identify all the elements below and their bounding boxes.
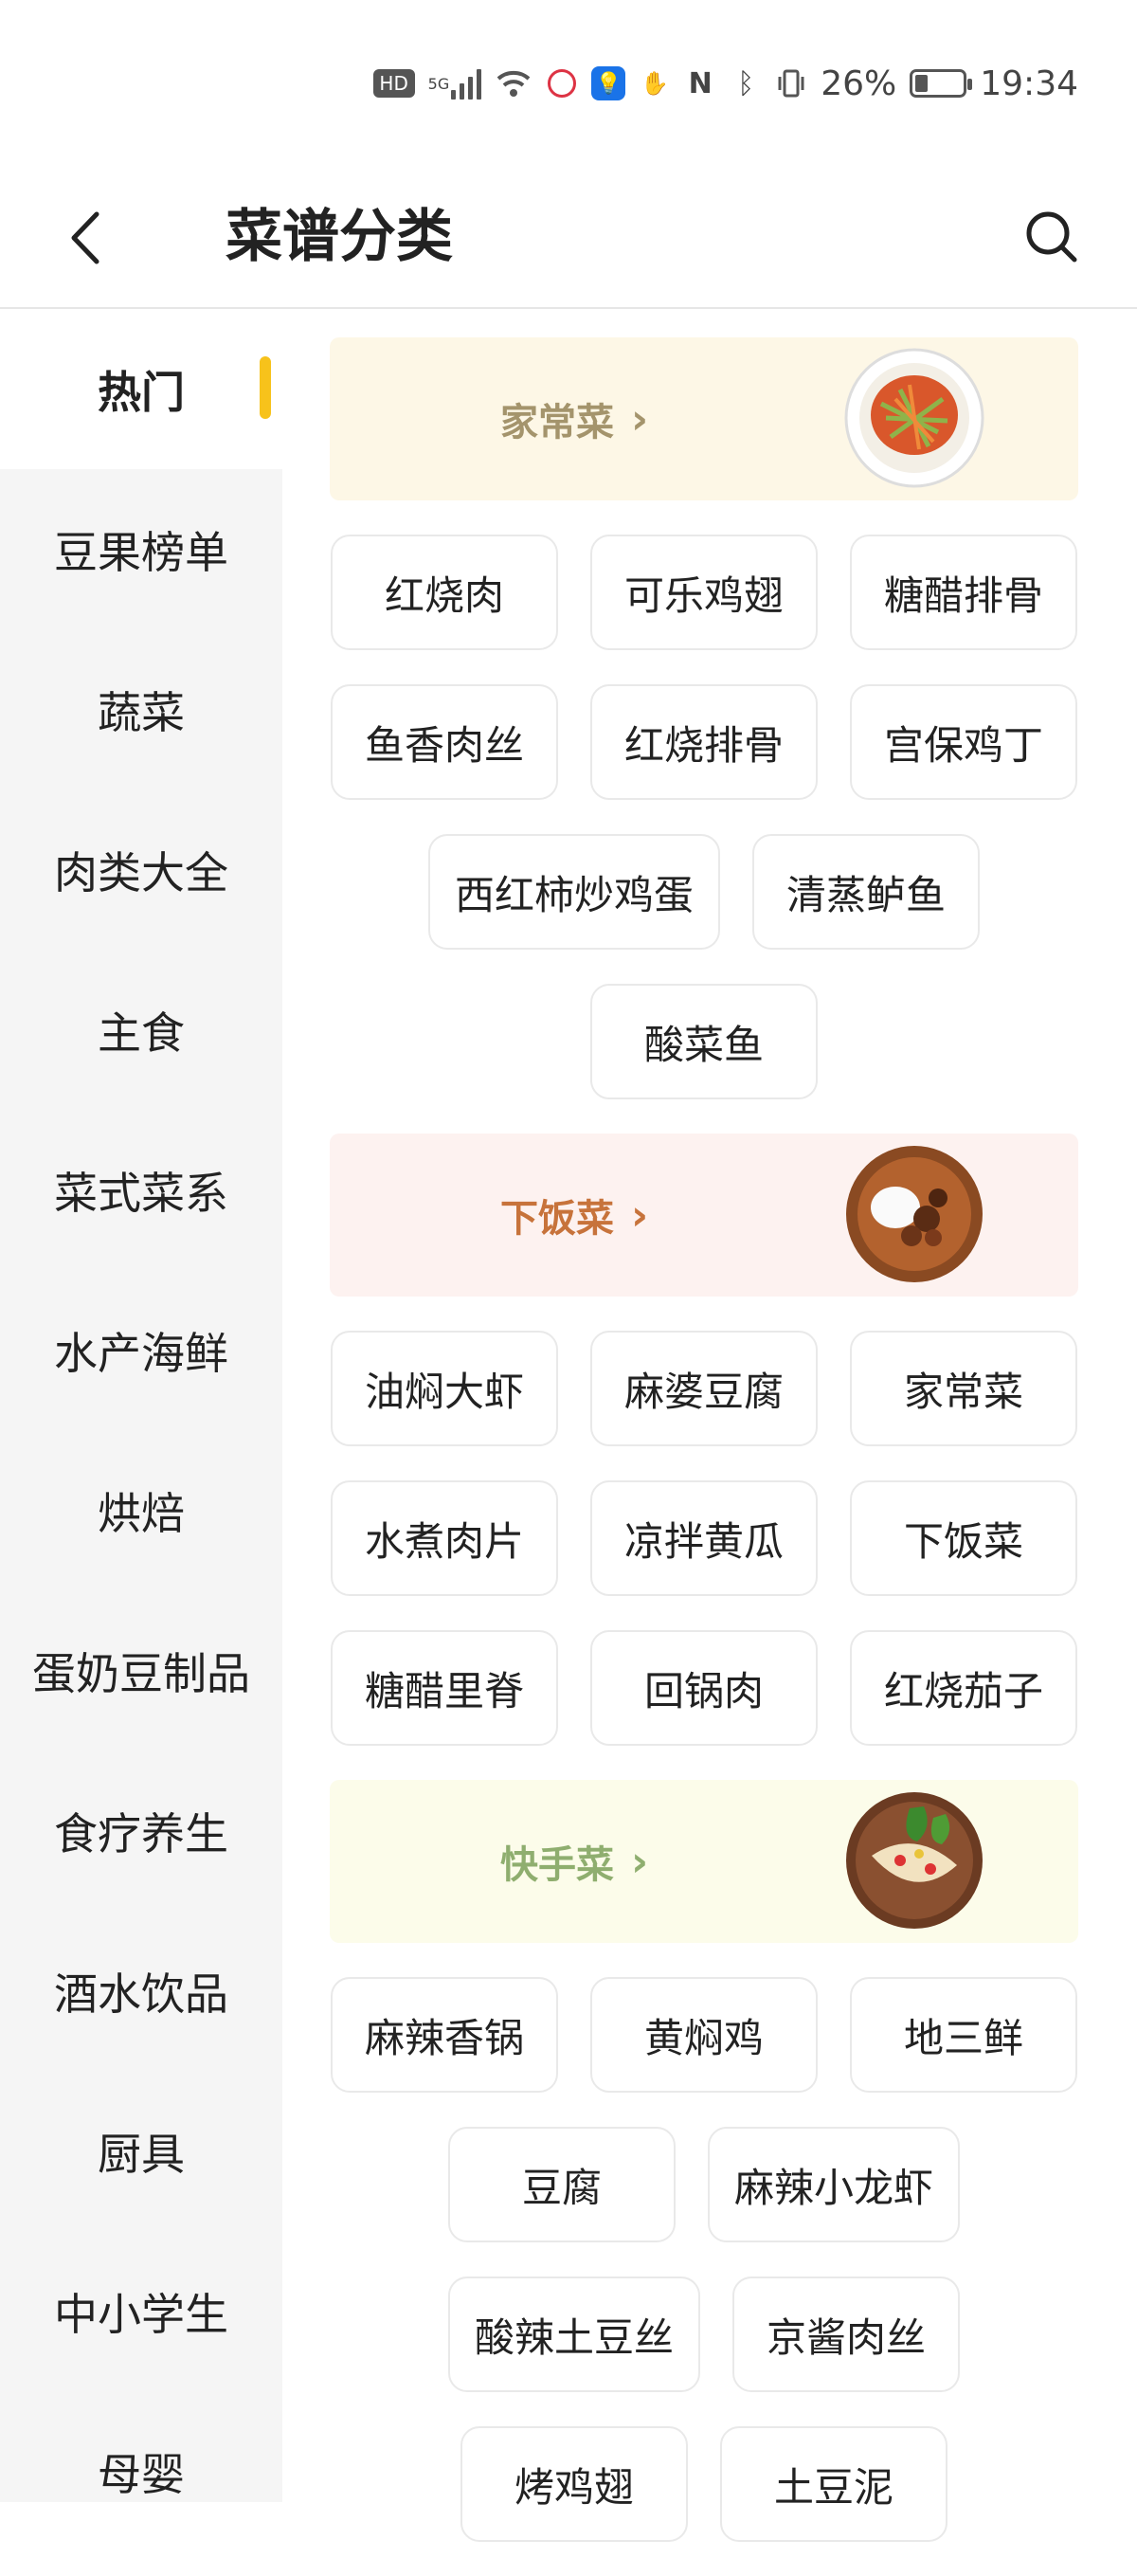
recipe-tag[interactable]: 黄焖鸡 bbox=[590, 1977, 818, 2093]
chevron-right-icon: › bbox=[631, 394, 649, 444]
recipe-tag[interactable]: 凉拌黄瓜 bbox=[590, 1480, 818, 1596]
signal-icon: 5G bbox=[428, 64, 482, 102]
sidebar-item[interactable]: 肉类大全 bbox=[0, 789, 282, 950]
wifi-icon bbox=[495, 64, 532, 102]
section-title: 家常菜 › bbox=[500, 337, 648, 500]
hand-icon: ✋ bbox=[641, 70, 670, 97]
sidebar-item[interactable]: 热门 bbox=[0, 309, 282, 469]
sidebar-item[interactable]: 母婴 bbox=[0, 2391, 282, 2551]
chevron-right-icon: › bbox=[631, 1190, 649, 1240]
recipe-tag[interactable]: 土豆泥 bbox=[720, 2426, 948, 2542]
section-title-text: 下饭菜 bbox=[500, 1197, 614, 1241]
sidebar-item[interactable]: 厨具 bbox=[0, 2071, 282, 2231]
category-sidebar: 热门豆果榜单蔬菜肉类大全主食菜式菜系水产海鲜烘焙蛋奶豆制品食疗养生酒水饮品厨具中… bbox=[0, 309, 282, 2502]
search-button[interactable] bbox=[1014, 193, 1090, 279]
sidebar-item[interactable]: 菜式菜系 bbox=[0, 1110, 282, 1270]
section-title-text: 家常菜 bbox=[500, 401, 614, 444]
section-banner[interactable]: 快手菜 › bbox=[330, 1780, 1078, 1943]
recipe-tag[interactable]: 下饭菜 bbox=[850, 1480, 1077, 1596]
recipe-tag[interactable]: 京酱肉丝 bbox=[732, 2277, 960, 2392]
hd-badge: HD bbox=[372, 69, 415, 98]
vibrate-icon bbox=[775, 64, 807, 102]
sidebar-item-label: 厨具 bbox=[98, 2128, 185, 2180]
tag-grid: 红烧肉 可乐鸡翅 糖醋排骨鱼香肉丝 红烧排骨 宫保鸡丁西红柿炒鸡蛋 清蒸鲈鱼酸菜鱼 bbox=[330, 500, 1078, 1134]
sidebar-item[interactable]: 蛋奶豆制品 bbox=[0, 1590, 282, 1751]
recipe-tag[interactable]: 回锅肉 bbox=[590, 1630, 818, 1746]
sidebar-item[interactable]: 烘焙 bbox=[0, 1430, 282, 1590]
recipe-tag[interactable]: 可乐鸡翅 bbox=[590, 535, 818, 650]
recipe-tag[interactable]: 糖醋排骨 bbox=[850, 535, 1077, 650]
sidebar-item-label: 食疗养生 bbox=[54, 1807, 228, 1859]
bulb-icon: 💡 bbox=[591, 66, 626, 100]
section-title: 下饭菜 › bbox=[500, 1134, 648, 1297]
sidebar-item-label: 主食 bbox=[98, 1007, 185, 1059]
active-indicator bbox=[260, 356, 271, 419]
sidebar-item-label: 菜式菜系 bbox=[54, 1167, 228, 1219]
back-button[interactable] bbox=[57, 205, 114, 271]
section-banner[interactable]: 下饭菜 › bbox=[330, 1134, 1078, 1297]
sidebar-item[interactable]: 食疗养生 bbox=[0, 1751, 282, 1911]
stir-fry-plate-image bbox=[843, 347, 985, 489]
chevron-left-icon bbox=[71, 211, 99, 264]
recipe-tag[interactable]: 豆腐 bbox=[447, 2127, 676, 2242]
sidebar-item-label: 肉类大全 bbox=[54, 846, 228, 898]
sidebar-item-label: 烘焙 bbox=[98, 1487, 185, 1539]
status-bar: HD 5G 💡 ✋ N ᛒ 26% 19:34 bbox=[0, 0, 1137, 171]
recipe-tag[interactable]: 水煮肉片 bbox=[331, 1480, 558, 1596]
sidebar-item[interactable]: 中小学生 bbox=[0, 2231, 282, 2391]
tag-grid: 油焖大虾 麻婆豆腐 家常菜水煮肉片 凉拌黄瓜 下饭菜糖醋里脊 回锅肉 红烧茄子 bbox=[330, 1297, 1078, 1780]
recipe-tag[interactable]: 清蒸鲈鱼 bbox=[752, 834, 980, 950]
status-icons: HD 5G 💡 ✋ N ᛒ 26% 19:34 bbox=[372, 57, 1078, 110]
recipe-tag[interactable]: 酸菜鱼 bbox=[590, 984, 818, 1099]
taco-plate-image bbox=[843, 1789, 985, 1932]
app-header: 菜谱分类 bbox=[0, 171, 1137, 309]
clock: 19:34 bbox=[980, 63, 1078, 103]
sidebar-item[interactable]: 水产海鲜 bbox=[0, 1270, 282, 1430]
sidebar-item[interactable]: 主食 bbox=[0, 950, 282, 1110]
sidebar-item-label: 酒水饮品 bbox=[54, 1968, 228, 2020]
recipe-tag[interactable]: 麻辣小龙虾 bbox=[707, 2127, 960, 2242]
sidebar-item-label: 热门 bbox=[98, 366, 185, 418]
recipe-tag[interactable]: 家常菜 bbox=[850, 1331, 1077, 1446]
tag-grid: 麻辣香锅 黄焖鸡 地三鲜豆腐 麻辣小龙虾 酸辣土豆丝 京酱肉丝 烤鸡翅 土豆泥 bbox=[330, 1943, 1078, 2576]
nfc-icon: N bbox=[688, 66, 713, 100]
battery-icon bbox=[910, 69, 973, 98]
page-title: 菜谱分类 bbox=[226, 204, 453, 270]
chevron-right-icon: › bbox=[631, 1837, 649, 1886]
sidebar-item-label: 母婴 bbox=[98, 2448, 185, 2500]
recipe-tag[interactable]: 鱼香肉丝 bbox=[331, 684, 558, 800]
sidebar-item-label: 水产海鲜 bbox=[54, 1327, 228, 1379]
sidebar-item-label: 蛋奶豆制品 bbox=[32, 1647, 250, 1699]
section-banner[interactable]: 家常菜 › bbox=[330, 337, 1078, 500]
battery-percent: 26% bbox=[821, 63, 897, 103]
sidebar-item[interactable]: 豆果榜单 bbox=[0, 469, 282, 629]
recipe-tag[interactable]: 红烧肉 bbox=[331, 535, 558, 650]
sidebar-item[interactable]: 蔬菜 bbox=[0, 629, 282, 789]
bluetooth-icon: ᛒ bbox=[737, 66, 755, 100]
app-notification-icon bbox=[546, 64, 578, 102]
network-label: 5G bbox=[427, 74, 450, 93]
recipe-tag[interactable]: 麻辣香锅 bbox=[331, 1977, 558, 2093]
recipe-tag[interactable]: 酸辣土豆丝 bbox=[447, 2277, 700, 2392]
recipe-tag[interactable]: 红烧茄子 bbox=[850, 1630, 1077, 1746]
sidebar-item[interactable]: 酒水饮品 bbox=[0, 1911, 282, 2071]
curry-rice-bowl-image bbox=[843, 1143, 985, 1285]
recipe-tag[interactable]: 西红柿炒鸡蛋 bbox=[427, 834, 720, 950]
recipe-tag[interactable]: 油焖大虾 bbox=[331, 1331, 558, 1446]
search-icon bbox=[1026, 211, 1077, 263]
recipe-tag[interactable]: 地三鲜 bbox=[850, 1977, 1077, 2093]
section-title: 快手菜 › bbox=[500, 1780, 648, 1943]
section-title-text: 快手菜 bbox=[500, 1843, 614, 1887]
sidebar-item-label: 蔬菜 bbox=[98, 686, 185, 738]
recipe-tag[interactable]: 红烧排骨 bbox=[590, 684, 818, 800]
sidebar-item-label: 豆果榜单 bbox=[54, 526, 228, 578]
recipe-tag[interactable]: 糖醋里脊 bbox=[331, 1630, 558, 1746]
sidebar-item-label: 中小学生 bbox=[54, 2288, 228, 2340]
category-content: 家常菜 › 红烧肉 可乐鸡翅 糖醋排骨鱼香肉丝 红烧排骨 宫保鸡丁西红柿炒鸡蛋 清蒸鲈鱼酸菜鱼… bbox=[330, 337, 1078, 2576]
recipe-tag[interactable]: 宫保鸡丁 bbox=[850, 684, 1077, 800]
recipe-tag[interactable]: 麻婆豆腐 bbox=[590, 1331, 818, 1446]
recipe-tag[interactable]: 烤鸡翅 bbox=[460, 2426, 688, 2542]
